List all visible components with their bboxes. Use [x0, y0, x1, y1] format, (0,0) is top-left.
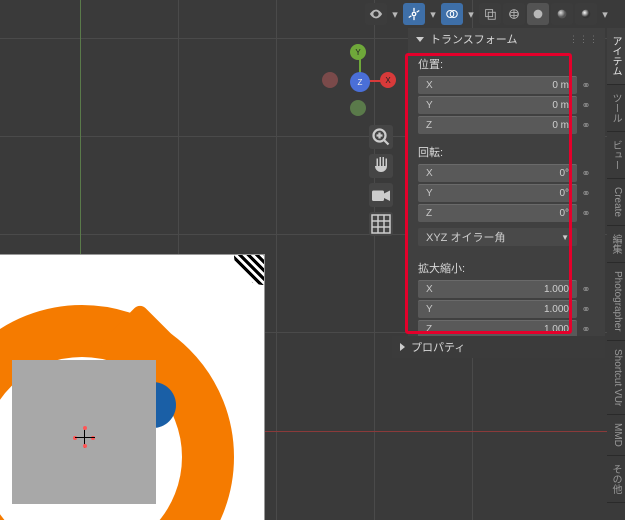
lock-icon[interactable]: ⚭ [577, 207, 595, 220]
gizmo-toggle-icon[interactable] [403, 3, 425, 25]
panel-header-transform[interactable]: トランスフォーム ⋮⋮⋮ [408, 28, 605, 50]
orientation-gizmo[interactable]: X Y Z [320, 40, 400, 120]
tab-create[interactable]: Create [607, 179, 625, 226]
shading-solid-icon[interactable] [527, 3, 549, 25]
xray-icon[interactable] [479, 3, 501, 25]
tab-item[interactable]: アイテム [607, 28, 625, 85]
dropdown-icon[interactable]: ▾ [599, 3, 611, 25]
tab-shortcut[interactable]: Shortcut VUr [607, 341, 625, 415]
lock-icon[interactable]: ⚭ [577, 167, 595, 180]
rotation-y-field[interactable]: Y0° [418, 184, 577, 202]
tab-other[interactable]: その他 [607, 456, 625, 503]
tab-edit[interactable]: 編集 [607, 226, 625, 263]
3d-cursor [75, 428, 95, 448]
gizmo-y: Y [350, 44, 366, 60]
zoom-icon[interactable] [369, 125, 393, 149]
drag-icon: ⋮⋮⋮ [569, 34, 599, 45]
lock-icon[interactable]: ⚭ [577, 283, 595, 296]
expand-icon [400, 343, 405, 351]
lock-icon[interactable]: ⚭ [577, 79, 595, 92]
scale-label: 拡大縮小: [418, 260, 595, 276]
lock-icon[interactable]: ⚭ [577, 187, 595, 200]
location-z-field[interactable]: Z0 m [418, 116, 577, 134]
side-tabs: アイテム ツール ビュー Create 編集 Photographer Shor… [607, 28, 625, 503]
dropdown-icon[interactable]: ▾ [389, 3, 401, 25]
shading-matcap-icon[interactable] [551, 3, 573, 25]
camera-icon[interactable] [369, 183, 393, 207]
location-x-field[interactable]: X0 m [418, 76, 577, 94]
gizmo-x: X [380, 72, 396, 88]
location-label: 位置: [418, 56, 595, 72]
tab-photographer[interactable]: Photographer [607, 263, 625, 341]
overlays-icon[interactable] [441, 3, 463, 25]
panel-title: トランスフォーム [430, 31, 517, 47]
panel-title: プロパティ [411, 339, 465, 355]
visibility-icon[interactable] [365, 3, 387, 25]
header-toolbar: ▾ ▾ ▾ ▾ [365, 2, 611, 26]
tab-view[interactable]: ビュー [607, 132, 625, 179]
shading-wire-icon[interactable] [503, 3, 525, 25]
rotation-z-field[interactable]: Z0° [418, 204, 577, 222]
lock-icon[interactable]: ⚭ [577, 119, 595, 132]
gizmo-z: Z [350, 72, 370, 92]
dropdown-icon[interactable]: ▾ [427, 3, 439, 25]
transform-panel: トランスフォーム ⋮⋮⋮ 位置: X0 m⚭ Y0 m⚭ Z0 m⚭ 回転: X… [408, 28, 605, 348]
lock-icon[interactable]: ⚭ [577, 99, 595, 112]
dropdown-icon[interactable]: ▾ [465, 3, 477, 25]
tab-mmd[interactable]: MMD [607, 415, 625, 456]
shading-render-icon[interactable] [575, 3, 597, 25]
rotation-mode-select[interactable]: XYZ オイラー角▼ [418, 228, 577, 246]
pan-icon[interactable] [369, 154, 393, 178]
tab-tool[interactable]: ツール [607, 85, 625, 132]
lock-icon[interactable]: ⚭ [577, 323, 595, 336]
panel-header-properties[interactable]: プロパティ [392, 336, 605, 358]
location-y-field[interactable]: Y0 m [418, 96, 577, 114]
scale-x-field[interactable]: X1.000 [418, 280, 577, 298]
lock-icon[interactable]: ⚭ [577, 303, 595, 316]
collapse-icon [416, 37, 424, 42]
rotation-label: 回転: [418, 144, 595, 160]
scale-y-field[interactable]: Y1.000 [418, 300, 577, 318]
grid-icon[interactable] [369, 212, 393, 236]
rotation-x-field[interactable]: X0° [418, 164, 577, 182]
